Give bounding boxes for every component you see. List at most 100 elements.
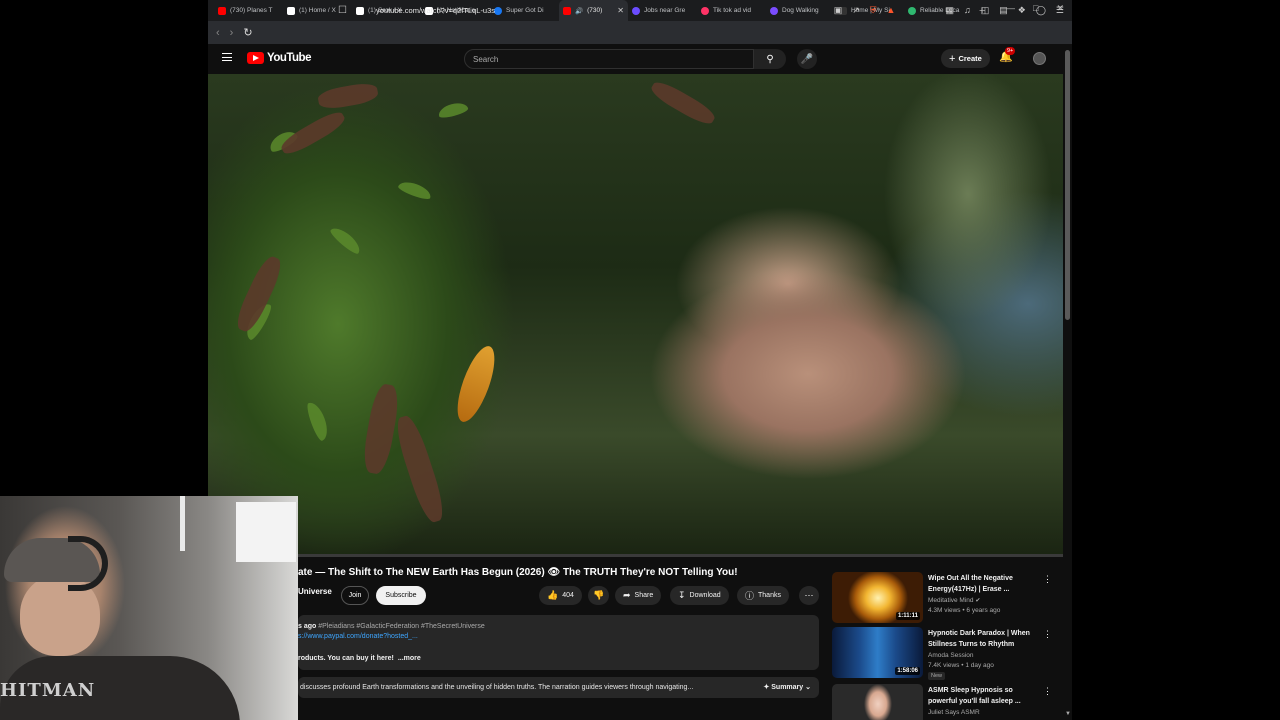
description-line: roducts. You can buy it here! — [298, 655, 394, 662]
tab-7[interactable]: Jobs near Gre — [628, 0, 697, 21]
recommendation-title[interactable]: Wipe Out All the Negative Energy(417Hz) … — [928, 574, 1036, 595]
subscribe-button[interactable]: Subscribe — [376, 586, 426, 605]
puzzle-icon[interactable]: ❖ — [1018, 5, 1026, 16]
toolbar-icons: ▣ ↗ ⛨ ▲ ▦ ♫ ◫ ▤ ❖ ◯ ☰ — [834, 5, 1064, 16]
video-frame-detail — [360, 382, 402, 476]
share-page-icon[interactable]: ↗ — [852, 5, 860, 16]
video-frame-detail — [391, 412, 449, 526]
wallet-icon[interactable]: ▤ — [999, 5, 1008, 16]
video-thumbnail[interactable] — [832, 684, 923, 720]
reload-icon[interactable]: ↻ — [243, 26, 252, 39]
bookmark-icon[interactable]: ☐ — [338, 5, 347, 16]
url-field[interactable]: youtube.com/watch?v=q2fTLqL-u3s — [376, 6, 495, 15]
close-tab-icon[interactable]: ✕ — [617, 6, 624, 15]
tab-1[interactable]: (730) Planes T — [214, 0, 283, 21]
recommendation-channel[interactable]: Meditative Mind ✔ — [928, 597, 980, 604]
join-button[interactable]: Join — [341, 586, 369, 605]
rewards-icon[interactable]: ▲ — [887, 5, 896, 16]
new-badge: New — [928, 672, 946, 680]
search-button[interactable]: ⚲ — [754, 49, 786, 69]
more-vert-icon[interactable]: ⋮ — [1043, 686, 1052, 697]
dislike-button[interactable]: 👎 — [588, 586, 610, 605]
facebook-favicon-icon — [494, 6, 502, 15]
x-favicon-icon — [287, 6, 295, 15]
search-input[interactable]: Search — [464, 49, 754, 69]
tab-active[interactable]: 🔊 (730) ✕ — [559, 0, 628, 21]
donate-link[interactable]: s://www.paypal.com/donate?hosted_... — [298, 633, 418, 640]
show-more-link[interactable]: ...more — [398, 655, 421, 662]
back-icon[interactable]: ‹ — [216, 27, 220, 39]
tab-8[interactable]: Tik tok ad vid — [697, 0, 766, 21]
menu-icon[interactable]: ☰ — [1056, 5, 1064, 16]
create-button[interactable]: + Create — [941, 49, 990, 68]
shield-icon[interactable]: ⛨ — [870, 5, 877, 16]
background-blind — [180, 496, 185, 551]
avatar[interactable] — [1033, 52, 1046, 65]
recommendation-channel[interactable]: Amoda Session — [928, 652, 974, 659]
youtube-logo[interactable]: YouTube — [247, 52, 311, 64]
youtube-play-icon — [247, 52, 264, 64]
summary-button[interactable]: ✦ Summary ⌄ — [763, 683, 811, 691]
tab-9[interactable]: Dog Walking — [766, 0, 835, 21]
plus-icon: + — [949, 52, 956, 65]
verified-icon: ✔ — [975, 598, 981, 604]
search-placeholder: Search — [473, 55, 499, 64]
thanks-label: Thanks — [758, 592, 781, 599]
thumbs-up-icon: 👍 — [547, 590, 559, 600]
hamburger-menu-icon[interactable] — [222, 53, 232, 61]
microphone-icon: 🎤 — [800, 53, 814, 65]
video-thumbnail[interactable]: 1:58:06 — [832, 627, 923, 678]
jobs-favicon-icon — [632, 6, 640, 15]
description-box[interactable]: s ago #Pleiadians #GalacticFederation #T… — [298, 615, 819, 670]
recommendation-item[interactable]: 1:11:11 Wipe Out All the Negative Energy… — [832, 572, 1062, 624]
video-frame-detail — [316, 80, 380, 112]
duration-badge: 1:11:11 — [895, 612, 920, 620]
forward-icon[interactable]: › — [230, 27, 234, 39]
speaker-icon: 🔊 — [575, 7, 584, 15]
x-favicon-icon — [356, 6, 364, 15]
tab-5[interactable]: Super Got Di — [490, 0, 559, 21]
recommendation-title[interactable]: Hypnotic Dark Paradox | When Stillness T… — [928, 629, 1036, 650]
tab-label: (730) Planes T — [230, 7, 273, 14]
tab-label: Super Got Di — [506, 7, 544, 14]
tiktok-favicon-icon — [701, 6, 709, 15]
vpn-icon[interactable]: ◯ — [1036, 5, 1046, 16]
like-count: 404 — [562, 592, 574, 599]
browser-window: (730) Planes T (1) Home / X (1) Grok / X… — [208, 0, 1072, 720]
voice-search-button[interactable]: 🎤 — [797, 49, 817, 69]
thanks-button[interactable]: ⓘ Thanks — [737, 586, 789, 605]
more-vert-icon[interactable]: ⋮ — [1043, 574, 1052, 585]
channel-name[interactable]: Universe — [298, 587, 332, 596]
share-button[interactable]: ➦ Share — [615, 586, 662, 605]
page-scrollbar[interactable] — [1065, 50, 1070, 320]
recommendation-item[interactable]: ASMR Sleep Hypnosis so powerful you'll f… — [832, 684, 1062, 720]
more-vert-icon[interactable]: ⋮ — [1043, 629, 1052, 640]
address-bar: ‹ › ↻ — [208, 21, 1072, 44]
video-player[interactable]: ▲ — [208, 74, 1063, 556]
video-progress-bar[interactable] — [208, 554, 1063, 557]
cast-icon[interactable]: ▣ — [834, 5, 843, 16]
search-icon: ⚲ — [766, 53, 774, 65]
like-button[interactable]: 👍 404 — [539, 586, 582, 605]
thumbs-down-icon: 👎 — [593, 590, 605, 600]
scroll-down-icon[interactable]: ▼ — [1065, 711, 1071, 717]
extensions-icon[interactable]: ▦ — [945, 5, 954, 16]
music-icon[interactable]: ♫ — [964, 5, 971, 16]
notification-badge: 9+ — [1005, 47, 1016, 55]
tab-label: Jobs near Gre — [644, 7, 686, 14]
notifications-button[interactable]: 🔔 9+ — [999, 47, 1016, 63]
recommendation-channel[interactable]: Juliet Says ASMR — [928, 709, 980, 716]
video-thumbnail[interactable]: 1:11:11 — [832, 572, 923, 623]
summary-text: discusses profound Earth transformations… — [300, 684, 694, 691]
youtube-favicon-icon — [218, 6, 226, 15]
more-actions-button[interactable]: ⋯ — [799, 586, 819, 605]
download-button[interactable]: ↧ Download — [670, 586, 729, 605]
recommendation-title[interactable]: ASMR Sleep Hypnosis so powerful you'll f… — [928, 686, 1036, 707]
recommendation-meta: 7.4K views • 1 day ago — [928, 662, 994, 669]
webcam-overlay: HITMAN — [0, 496, 298, 720]
hashtags[interactable]: #Pleiadians #GalacticFederation #TheSecr… — [318, 623, 485, 630]
tab-label: (730) — [587, 7, 603, 14]
video-frame-detail — [648, 77, 718, 129]
sidebar-icon[interactable]: ◫ — [981, 5, 990, 16]
recommendation-item[interactable]: 1:58:06 Hypnotic Dark Paradox | When Sti… — [832, 627, 1062, 680]
